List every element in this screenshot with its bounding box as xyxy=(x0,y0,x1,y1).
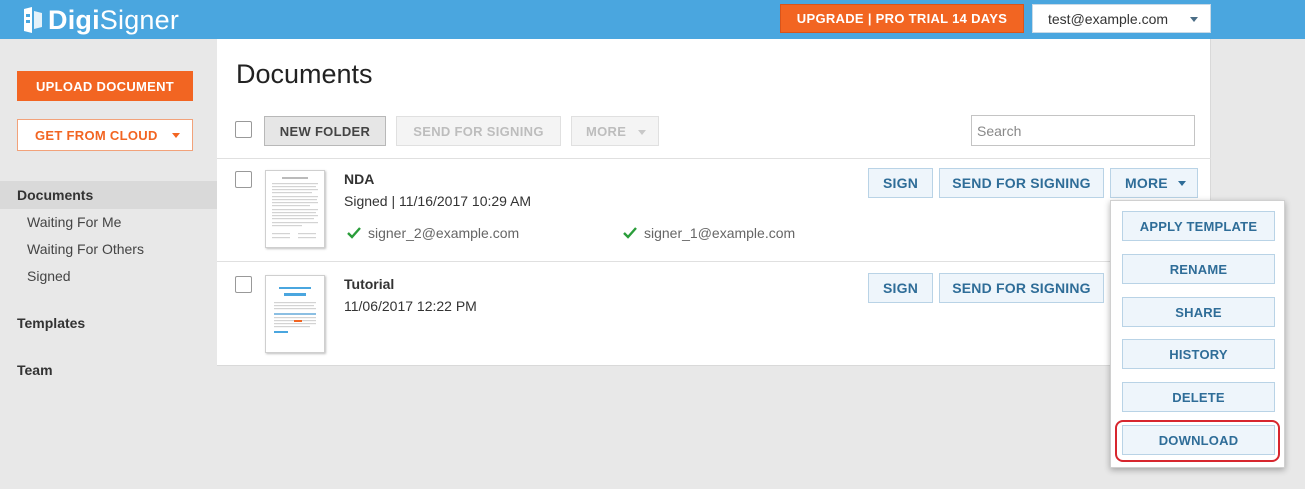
document-thumbnail[interactable] xyxy=(265,170,325,248)
document-name[interactable]: NDA xyxy=(344,171,374,187)
search-input[interactable] xyxy=(971,115,1195,146)
logo-wordmark: DigiSigner xyxy=(48,4,180,35)
check-icon xyxy=(623,227,637,239)
apply-template-menu-item[interactable]: APPLY TEMPLATE xyxy=(1122,211,1275,241)
rename-menu-item[interactable]: RENAME xyxy=(1122,254,1275,284)
chevron-down-icon xyxy=(1178,181,1186,186)
get-from-cloud-button[interactable]: GET FROM CLOUD xyxy=(17,119,193,151)
sidebar-item-templates[interactable]: Templates xyxy=(17,315,85,331)
sidebar-item-waiting-for-me[interactable]: Waiting For Me xyxy=(27,214,121,230)
divider xyxy=(217,261,1211,262)
sidebar-item-signed[interactable]: Signed xyxy=(27,268,71,284)
signer-email: signer_1@example.com xyxy=(644,225,796,241)
sign-button[interactable]: SIGN xyxy=(868,168,933,198)
more-label: MORE xyxy=(1125,175,1168,191)
user-menu-dropdown[interactable]: test@example.com xyxy=(1032,4,1211,33)
chevron-down-icon xyxy=(638,130,646,135)
new-folder-button[interactable]: NEW FOLDER xyxy=(264,116,386,146)
get-from-cloud-label: GET FROM CLOUD xyxy=(35,127,158,143)
document-preview-icon xyxy=(272,177,318,239)
document-preview-icon xyxy=(274,287,316,333)
row-checkbox[interactable] xyxy=(235,171,252,188)
share-menu-item[interactable]: SHARE xyxy=(1122,297,1275,327)
divider xyxy=(217,158,1211,159)
more-button[interactable]: MORE xyxy=(1110,168,1198,198)
upload-document-button[interactable]: UPLOAD DOCUMENT xyxy=(17,71,193,101)
sidebar-item-team[interactable]: Team xyxy=(17,362,53,378)
toolbar-more-label: MORE xyxy=(586,123,627,139)
document-name[interactable]: Tutorial xyxy=(344,276,394,292)
chevron-down-icon xyxy=(172,133,180,138)
sidebar-item-documents[interactable]: Documents xyxy=(0,181,217,209)
download-highlight-outline xyxy=(1115,420,1280,462)
document-status-date: Signed | 11/16/2017 10:29 AM xyxy=(344,193,532,209)
page-title: Documents xyxy=(236,59,373,89)
sidebar-item-waiting-for-others[interactable]: Waiting For Others xyxy=(27,241,144,257)
history-menu-item[interactable]: HISTORY xyxy=(1122,339,1275,369)
signer-email: signer_2@example.com xyxy=(368,225,520,241)
signer-entry: signer_2@example.com xyxy=(347,225,519,241)
document-thumbnail[interactable] xyxy=(265,275,325,353)
chevron-down-icon xyxy=(1190,17,1198,22)
logo-mark-icon xyxy=(24,7,42,33)
upgrade-button[interactable]: UPGRADE | PRO TRIAL 14 DAYS xyxy=(780,4,1024,33)
signer-entry: signer_1@example.com xyxy=(623,225,795,241)
select-all-checkbox[interactable] xyxy=(235,121,252,138)
check-icon xyxy=(347,227,361,239)
row-checkbox[interactable] xyxy=(235,276,252,293)
toolbar-more-button[interactable]: MORE xyxy=(571,116,659,146)
delete-menu-item[interactable]: DELETE xyxy=(1122,382,1275,412)
send-for-signing-button[interactable]: SEND FOR SIGNING xyxy=(939,168,1104,198)
toolbar-send-for-signing-button[interactable]: SEND FOR SIGNING xyxy=(396,116,561,146)
send-for-signing-button[interactable]: SEND FOR SIGNING xyxy=(939,273,1104,303)
document-date: 11/06/2017 12:22 PM xyxy=(344,298,477,314)
user-email: test@example.com xyxy=(1048,10,1169,27)
digisigner-logo[interactable]: DigiSigner xyxy=(22,4,179,36)
sign-button[interactable]: SIGN xyxy=(868,273,933,303)
